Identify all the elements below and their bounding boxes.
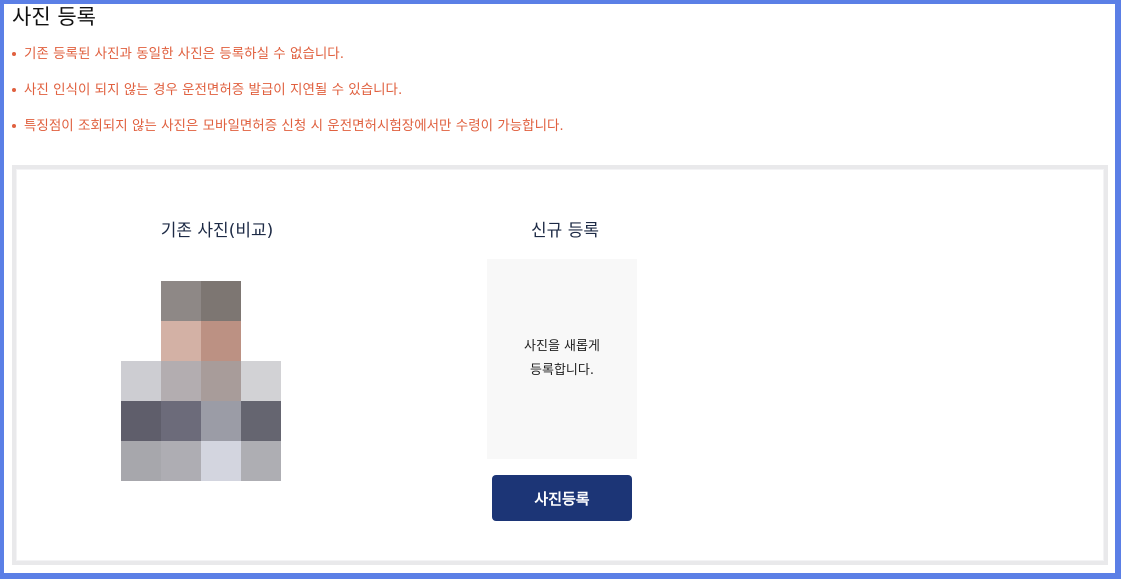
photo-mosaic-cell bbox=[161, 401, 201, 441]
photo-mosaic-cell bbox=[201, 361, 241, 401]
photo-mosaic-cell bbox=[121, 401, 161, 441]
photo-mosaic-cell bbox=[201, 321, 241, 361]
notice-item: 사진 인식이 되지 않는 경우 운전면허증 발급이 지연될 수 있습니다. bbox=[12, 80, 564, 116]
photo-registration-page: 사진 등록 기존 등록된 사진과 동일한 사진은 등록하실 수 없습니다. 사진… bbox=[4, 4, 1115, 573]
bullet-icon bbox=[12, 124, 16, 128]
photo-mosaic-cell bbox=[241, 361, 281, 401]
page-title: 사진 등록 bbox=[12, 5, 96, 29]
photo-mosaic-cell bbox=[201, 401, 241, 441]
photo-mosaic-cell bbox=[161, 321, 201, 361]
existing-photo-heading: 기존 사진(비교) bbox=[160, 221, 274, 241]
notice-item: 기존 등록된 사진과 동일한 사진은 등록하실 수 없습니다. bbox=[12, 44, 564, 80]
photo-mosaic-cell bbox=[121, 441, 161, 481]
notice-text: 기존 등록된 사진과 동일한 사진은 등록하실 수 없습니다. bbox=[24, 46, 344, 62]
bullet-icon bbox=[12, 52, 16, 56]
notice-text: 사진 인식이 되지 않는 경우 운전면허증 발급이 지연될 수 있습니다. bbox=[24, 82, 403, 98]
photo-mosaic-cell bbox=[121, 321, 161, 361]
photo-panel: 기존 사진(비교) 신규 등록 사진을 새롭게 등록합니다. 사진등록 bbox=[12, 165, 1108, 565]
notice-text: 특징점이 조회되지 않는 사진은 모바일면허증 신청 시 운전면허시험장에서만 … bbox=[24, 118, 564, 134]
placeholder-line: 사진을 새롭게 bbox=[524, 339, 600, 354]
photo-mosaic-cell bbox=[121, 361, 161, 401]
photo-panel-inner: 기존 사진(비교) 신규 등록 사진을 새롭게 등록합니다. 사진등록 bbox=[16, 169, 1104, 561]
photo-mosaic-cell bbox=[241, 281, 281, 321]
photo-mosaic-cell bbox=[201, 441, 241, 481]
register-photo-button[interactable]: 사진등록 bbox=[492, 475, 632, 521]
photo-mosaic-cell bbox=[161, 361, 201, 401]
placeholder-line: 등록합니다. bbox=[530, 363, 594, 378]
photo-mosaic-cell bbox=[161, 441, 201, 481]
notice-item: 특징점이 조회되지 않는 사진은 모바일면허증 신청 시 운전면허시험장에서만 … bbox=[12, 116, 564, 152]
bullet-icon bbox=[12, 88, 16, 92]
photo-mosaic-cell bbox=[121, 281, 161, 321]
photo-mosaic-cell bbox=[241, 321, 281, 361]
photo-mosaic-cell bbox=[201, 281, 241, 321]
existing-photo bbox=[121, 281, 281, 481]
photo-mosaic-cell bbox=[241, 401, 281, 441]
new-photo-heading: 신규 등록 bbox=[531, 221, 599, 241]
photo-mosaic-cell bbox=[241, 441, 281, 481]
notice-list: 기존 등록된 사진과 동일한 사진은 등록하실 수 없습니다. 사진 인식이 되… bbox=[12, 44, 564, 152]
photo-mosaic-cell bbox=[161, 281, 201, 321]
new-photo-dropzone[interactable]: 사진을 새롭게 등록합니다. bbox=[487, 259, 637, 459]
new-photo-placeholder: 사진을 새롭게 등록합니다. bbox=[524, 335, 600, 383]
